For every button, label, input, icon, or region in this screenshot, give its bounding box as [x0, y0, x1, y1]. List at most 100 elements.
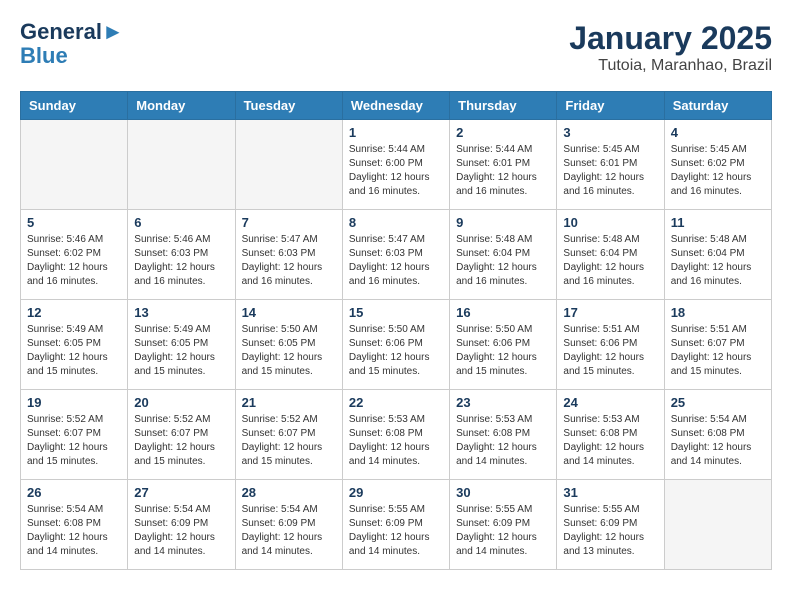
calendar-cell: 24Sunrise: 5:53 AM Sunset: 6:08 PM Dayli… — [557, 390, 664, 480]
day-info: Sunrise: 5:54 AM Sunset: 6:08 PM Dayligh… — [27, 503, 121, 559]
calendar-cell: 18 Sunrise: 5:51 AM Sunset: 6:07 PM Dayli… — [664, 300, 771, 390]
day-number: 31 — [563, 485, 657, 500]
day-info: Sunrise: 5:48 AM Sunset: 6:04 PM Dayligh… — [671, 233, 765, 289]
day-info: Sunrise: 5:54 AM Sunset: 6:08 PM Dayligh… — [671, 413, 765, 469]
day-number: 11 — [671, 215, 765, 230]
calendar-cell: 17Sunrise: 5:51 AM Sunset: 6:06 PM Dayli… — [557, 300, 664, 390]
day-info: Sunrise: 5:49 AM Sunset: 6:05 PM Dayligh… — [134, 323, 228, 379]
day-info: Sunrise: 5:44 AM Sunset: 6:00 PM Dayligh… — [349, 143, 443, 199]
calendar-cell: 9 Sunrise: 5:48 AM Sunset: 6:04 PM Daylig… — [450, 210, 557, 300]
calendar-cell: 16Sunrise: 5:50 AM Sunset: 6:06 PM Dayli… — [450, 300, 557, 390]
day-info: Sunrise: 5:49 AM Sunset: 6:05 PM Dayligh… — [27, 323, 121, 379]
day-info: Sunrise: 5:46 AM Sunset: 6:02 PM Dayligh… — [27, 233, 121, 289]
location: Tutoia, Maranhao, Brazil — [569, 57, 772, 75]
week-row: 19 Sunrise: 5:52 AM Sunset: 6:07 PM Dayli… — [21, 390, 772, 480]
day-info: Sunrise: 5:50 AM Sunset: 6:06 PM Dayligh… — [349, 323, 443, 379]
week-row: 26 Sunrise: 5:54 AM Sunset: 6:08 PM Dayli… — [21, 480, 772, 570]
day-info: Sunrise: 5:53 AM Sunset: 6:08 PM Dayligh… — [456, 413, 550, 469]
calendar-cell: 11 Sunrise: 5:48 AM Sunset: 6:04 PM Dayli… — [664, 210, 771, 300]
calendar-cell: 21 Sunrise: 5:52 AM Sunset: 6:07 PM Dayli… — [235, 390, 342, 480]
calendar-cell: 23 Sunrise: 5:53 AM Sunset: 6:08 PM Dayli… — [450, 390, 557, 480]
calendar-table: SundayMondayTuesdayWednesdayThursdayFrid… — [20, 91, 772, 570]
weekday-header: Thursday — [450, 92, 557, 120]
day-info: Sunrise: 5:55 AM Sunset: 6:09 PM Dayligh… — [456, 503, 550, 559]
day-number: 3 — [563, 125, 657, 140]
day-number: 4 — [671, 125, 765, 140]
week-row: 12 Sunrise: 5:49 AM Sunset: 6:05 PM Dayli… — [21, 300, 772, 390]
day-info: Sunrise: 5:48 AM Sunset: 6:04 PM Dayligh… — [456, 233, 550, 289]
calendar-cell: 7Sunrise: 5:47 AM Sunset: 6:03 PM Daylig… — [235, 210, 342, 300]
calendar-cell: 2Sunrise: 5:44 AM Sunset: 6:01 PM Daylig… — [450, 120, 557, 210]
day-info: Sunrise: 5:47 AM Sunset: 6:03 PM Dayligh… — [349, 233, 443, 289]
day-number: 2 — [456, 125, 550, 140]
week-row: 5Sunrise: 5:46 AM Sunset: 6:02 PM Daylig… — [21, 210, 772, 300]
title-block: January 2025 Tutoia, Maranhao, Brazil — [569, 20, 772, 75]
day-number: 8 — [349, 215, 443, 230]
page-header: General► Blue January 2025 Tutoia, Maran… — [20, 20, 772, 75]
day-number: 14 — [242, 305, 336, 320]
calendar-cell: 15Sunrise: 5:50 AM Sunset: 6:06 PM Dayli… — [342, 300, 449, 390]
day-number: 30 — [456, 485, 550, 500]
calendar-cell: 22 Sunrise: 5:53 AM Sunset: 6:08 PM Dayli… — [342, 390, 449, 480]
day-number: 16 — [456, 305, 550, 320]
day-info: Sunrise: 5:51 AM Sunset: 6:07 PM Dayligh… — [671, 323, 765, 379]
day-number: 9 — [456, 215, 550, 230]
day-number: 29 — [349, 485, 443, 500]
day-info: Sunrise: 5:50 AM Sunset: 6:05 PM Dayligh… — [242, 323, 336, 379]
day-number: 18 — [671, 305, 765, 320]
day-info: Sunrise: 5:53 AM Sunset: 6:08 PM Dayligh… — [349, 413, 443, 469]
month-title: January 2025 — [569, 20, 772, 57]
calendar-cell — [21, 120, 128, 210]
day-number: 25 — [671, 395, 765, 410]
day-number: 23 — [456, 395, 550, 410]
day-number: 13 — [134, 305, 228, 320]
calendar-cell: 3 Sunrise: 5:45 AM Sunset: 6:01 PM Daylig… — [557, 120, 664, 210]
day-info: Sunrise: 5:52 AM Sunset: 6:07 PM Dayligh… — [27, 413, 121, 469]
weekday-header-row: SundayMondayTuesdayWednesdayThursdayFrid… — [21, 92, 772, 120]
day-info: Sunrise: 5:48 AM Sunset: 6:04 PM Dayligh… — [563, 233, 657, 289]
day-number: 27 — [134, 485, 228, 500]
day-info: Sunrise: 5:51 AM Sunset: 6:06 PM Dayligh… — [563, 323, 657, 379]
day-number: 7 — [242, 215, 336, 230]
week-row: 1Sunrise: 5:44 AM Sunset: 6:00 PM Daylig… — [21, 120, 772, 210]
calendar-cell: 30 Sunrise: 5:55 AM Sunset: 6:09 PM Dayli… — [450, 480, 557, 570]
logo: General► Blue — [20, 20, 124, 68]
day-number: 26 — [27, 485, 121, 500]
calendar-cell: 4 Sunrise: 5:45 AM Sunset: 6:02 PM Daylig… — [664, 120, 771, 210]
day-info: Sunrise: 5:45 AM Sunset: 6:01 PM Dayligh… — [563, 143, 657, 199]
weekday-header: Sunday — [21, 92, 128, 120]
day-number: 21 — [242, 395, 336, 410]
day-number: 22 — [349, 395, 443, 410]
calendar-cell: 25 Sunrise: 5:54 AM Sunset: 6:08 PM Dayli… — [664, 390, 771, 480]
day-number: 20 — [134, 395, 228, 410]
logo-text: General► — [20, 20, 124, 44]
calendar-cell: 27Sunrise: 5:54 AM Sunset: 6:09 PM Dayli… — [128, 480, 235, 570]
calendar-cell: 14 Sunrise: 5:50 AM Sunset: 6:05 PM Dayli… — [235, 300, 342, 390]
calendar-cell: 6 Sunrise: 5:46 AM Sunset: 6:03 PM Daylig… — [128, 210, 235, 300]
calendar-cell: 26 Sunrise: 5:54 AM Sunset: 6:08 PM Dayli… — [21, 480, 128, 570]
day-info: Sunrise: 5:55 AM Sunset: 6:09 PM Dayligh… — [349, 503, 443, 559]
day-number: 19 — [27, 395, 121, 410]
calendar-cell: 31Sunrise: 5:55 AM Sunset: 6:09 PM Dayli… — [557, 480, 664, 570]
calendar-cell: 8 Sunrise: 5:47 AM Sunset: 6:03 PM Daylig… — [342, 210, 449, 300]
day-info: Sunrise: 5:46 AM Sunset: 6:03 PM Dayligh… — [134, 233, 228, 289]
weekday-header: Monday — [128, 92, 235, 120]
weekday-header: Wednesday — [342, 92, 449, 120]
calendar-cell: 5Sunrise: 5:46 AM Sunset: 6:02 PM Daylig… — [21, 210, 128, 300]
day-info: Sunrise: 5:52 AM Sunset: 6:07 PM Dayligh… — [242, 413, 336, 469]
day-number: 6 — [134, 215, 228, 230]
calendar-cell: 29 Sunrise: 5:55 AM Sunset: 6:09 PM Dayli… — [342, 480, 449, 570]
day-number: 28 — [242, 485, 336, 500]
calendar-cell: 1Sunrise: 5:44 AM Sunset: 6:00 PM Daylig… — [342, 120, 449, 210]
weekday-header: Friday — [557, 92, 664, 120]
calendar-cell: 12 Sunrise: 5:49 AM Sunset: 6:05 PM Dayli… — [21, 300, 128, 390]
day-number: 24 — [563, 395, 657, 410]
calendar-cell: 13 Sunrise: 5:49 AM Sunset: 6:05 PM Dayli… — [128, 300, 235, 390]
day-number: 12 — [27, 305, 121, 320]
calendar-cell: 10Sunrise: 5:48 AM Sunset: 6:04 PM Dayli… — [557, 210, 664, 300]
weekday-header: Saturday — [664, 92, 771, 120]
calendar-cell: 20Sunrise: 5:52 AM Sunset: 6:07 PM Dayli… — [128, 390, 235, 480]
calendar-cell — [235, 120, 342, 210]
day-info: Sunrise: 5:45 AM Sunset: 6:02 PM Dayligh… — [671, 143, 765, 199]
calendar-cell: 19 Sunrise: 5:52 AM Sunset: 6:07 PM Dayli… — [21, 390, 128, 480]
